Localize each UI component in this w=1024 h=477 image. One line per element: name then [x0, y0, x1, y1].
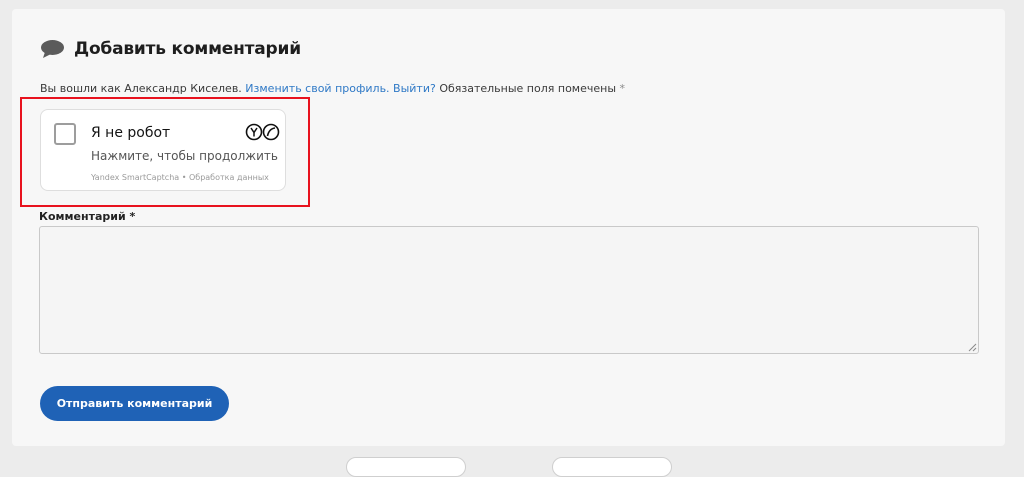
required-marker: * [619, 82, 626, 95]
captcha-footer[interactable]: Yandex SmartCaptcha • Обработка данных [91, 173, 269, 182]
comment-textarea[interactable] [39, 226, 979, 354]
comment-form-header: Добавить комментарий [40, 39, 301, 59]
smartcaptcha-widget[interactable]: Я не робот Нажмите, чтобы продолжить Yan… [40, 109, 286, 191]
comment-form-panel: Добавить комментарий Вы вошли как Алекса… [12, 9, 1005, 446]
prev-post-button[interactable] [346, 457, 466, 477]
comment-label: Комментарий * [39, 210, 136, 223]
yandex-smartcaptcha-logo-icon [245, 123, 280, 141]
edit-profile-link[interactable]: Изменить свой профиль. [245, 82, 389, 95]
next-post-button[interactable] [552, 457, 672, 477]
speech-bubble-icon [41, 40, 64, 58]
logged-in-text: Вы вошли как Александр Киселев. [40, 82, 242, 95]
required-note: Обязательные поля помечены [439, 82, 617, 95]
logged-in-info: Вы вошли как Александр Киселев. Изменить… [40, 82, 625, 95]
captcha-checkbox[interactable] [54, 123, 76, 145]
captcha-title: Я не робот [91, 125, 171, 141]
resize-handle-icon[interactable] [968, 343, 977, 352]
comment-form-title: Добавить комментарий [74, 39, 301, 59]
captcha-subtitle: Нажмите, чтобы продолжить [91, 149, 278, 163]
submit-comment-button[interactable]: Отправить комментарий [40, 386, 229, 421]
logout-link[interactable]: Выйти? [393, 82, 436, 95]
